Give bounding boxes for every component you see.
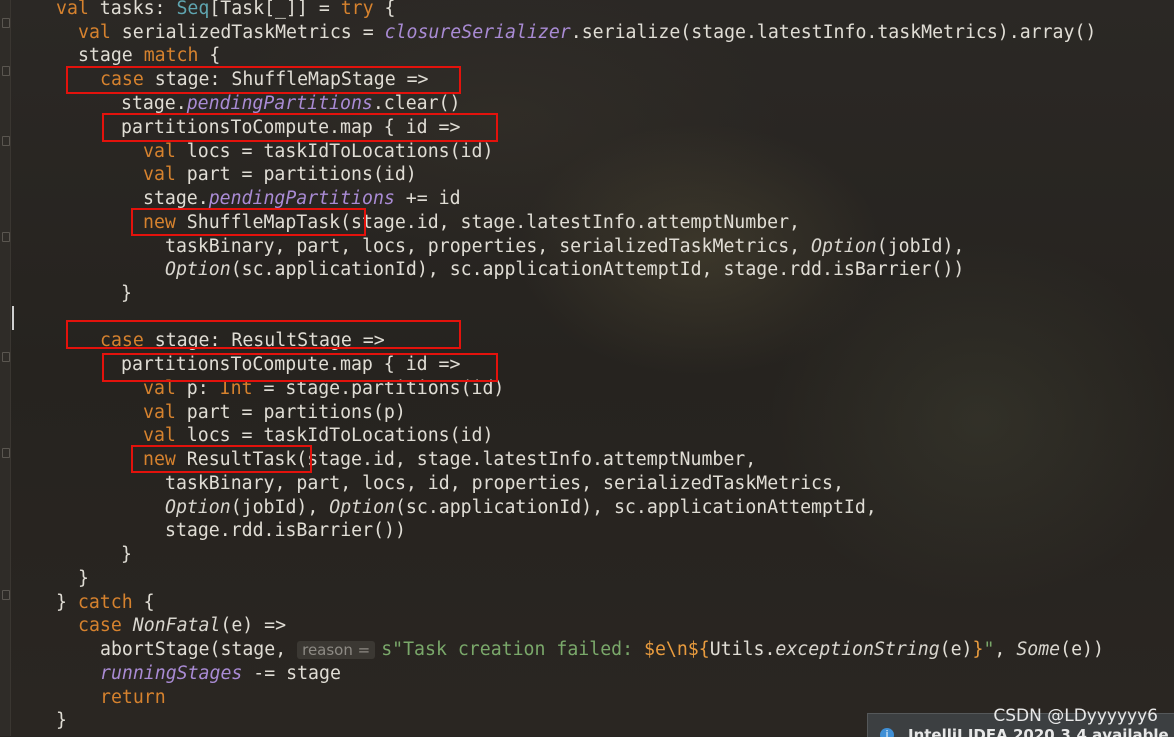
code-token: abortStage(stage, [100, 639, 298, 660]
string-token: " [983, 639, 995, 660]
code-line[interactable]: abortStage(stage, reason = s"Task creatio… [100, 639, 1104, 661]
code-token: part = partitions(id) [175, 164, 417, 185]
keyword-token: case [78, 615, 122, 636]
code-line[interactable]: Option(jobId), Option(sc.applicationId),… [165, 497, 877, 519]
code-token: taskBinary, part, locs, id, properties, … [165, 473, 844, 494]
code-token: { [373, 0, 396, 19]
code-token: (sc.applicationId), sc.applicationAttemp… [230, 259, 965, 280]
keyword-token: catch [77, 592, 133, 613]
keyword-token: try [340, 0, 374, 19]
code-token: .serialize(stage.latestInfo.taskMetrics)… [570, 22, 1097, 43]
member-token: closureSerializer [384, 22, 571, 43]
annotation-box-new-resulttask [131, 445, 312, 473]
code-line[interactable]: stage.pendingPartitions.clear() [121, 93, 460, 115]
keyword-token: val [143, 141, 176, 162]
code-token: stage.rdd.isBarrier()) [165, 520, 406, 541]
code-token: locs = taskIdToLocations(id) [175, 141, 494, 162]
code-token: stage. [143, 188, 209, 209]
annotation-box-partitions-map [102, 113, 498, 142]
code-line[interactable]: stage.rdd.isBarrier()) [165, 520, 406, 542]
code-line[interactable]: } catch { [56, 592, 155, 614]
code-token: [Task[_]] = [209, 0, 341, 19]
code-token: { [198, 45, 221, 66]
code-token: .clear() [372, 93, 461, 114]
annotation-box-case-shufflemapstage [66, 66, 461, 94]
code-line[interactable]: case NonFatal(e) => [78, 615, 286, 637]
code-line[interactable]: } [121, 283, 132, 305]
string-token: s"Task creation failed: [381, 639, 644, 660]
member-token: runningStages [100, 663, 243, 684]
code-token: stage. [121, 93, 187, 114]
code-line[interactable]: val locs = taskIdToLocations(id) [143, 425, 493, 447]
code-token: stage [78, 45, 144, 66]
code-line[interactable]: runningStages -= stage [100, 663, 341, 685]
code-token: tasks: [88, 0, 177, 19]
watermark: CSDN @LDyyyyyy6 [993, 706, 1158, 726]
code-line[interactable]: Option(sc.applicationId), sc.application… [165, 259, 964, 281]
code-line[interactable]: val locs = taskIdToLocations(id) [143, 141, 493, 163]
keyword-token: val [56, 0, 89, 19]
code-token: (e) => [220, 615, 287, 636]
annotation-box-new-shufflemaptask [131, 208, 366, 236]
keyword-token: val [143, 425, 176, 446]
code-line[interactable]: val serializedTaskMetrics = closureSeria… [78, 22, 1096, 44]
code-line[interactable]: stage.pendingPartitions += id [143, 188, 461, 210]
member-token: pendingPartitions [186, 93, 373, 114]
function-token: Some [1016, 639, 1061, 660]
code-token: Utils. [709, 639, 776, 660]
type-token: Seq [176, 0, 210, 19]
keyword-token: val [78, 22, 111, 43]
code-line[interactable]: val part = partitions(id) [143, 164, 417, 186]
function-token: Option [329, 497, 395, 518]
code-line[interactable]: } [121, 544, 132, 566]
param-hint: reason = [297, 641, 376, 659]
code-token: , [994, 639, 1017, 660]
code-token: -= stage [242, 663, 341, 684]
code-token: serializedTaskMetrics = [110, 22, 385, 43]
code-token: taskBinary, part, locs, properties, seri… [165, 236, 812, 257]
annotation-box-partitions-map [102, 353, 498, 382]
code-token: locs = taskIdToLocations(id) [175, 425, 494, 446]
keyword-token: return [100, 687, 166, 708]
code-line[interactable]: taskBinary, part, locs, id, properties, … [165, 473, 844, 495]
code-token: } [56, 710, 67, 731]
function-token: Option [811, 236, 877, 257]
code-token: += id [394, 188, 461, 209]
code-line[interactable]: val part = partitions(p) [143, 402, 406, 424]
code-line[interactable]: return [100, 687, 166, 709]
code-token: } [121, 544, 132, 565]
code-line[interactable]: stage match { [78, 45, 220, 67]
code-line[interactable]: } [78, 568, 89, 590]
code-token: } [121, 283, 132, 304]
code-line[interactable]: taskBinary, part, locs, properties, seri… [165, 236, 964, 258]
notification-text[interactable]: IntelliJ IDEA 2020.3.4 available [908, 726, 1169, 737]
code-token: (e)) [1060, 639, 1104, 660]
code-token: } [78, 568, 89, 589]
keyword-token: val [143, 402, 176, 423]
function-token: Option [165, 259, 231, 280]
function-token: Option [165, 497, 231, 518]
code-token: (jobId), [230, 497, 330, 518]
code-token: part = partitions(p) [175, 402, 406, 423]
code-token: (sc.applicationId), sc.applicationAttemp… [394, 497, 877, 518]
code-line[interactable]: val tasks: Seq[Task[_]] = try { [56, 0, 396, 20]
function-token: NonFatal [132, 615, 221, 636]
code-token: } [56, 592, 78, 613]
code-token: { [132, 592, 155, 613]
annotation-box-case-resultstage [66, 320, 461, 349]
code-token: (jobId), [876, 236, 965, 257]
keyword-token: val [143, 164, 176, 185]
escape-token: } [972, 639, 984, 660]
function-token: exceptionString [775, 639, 940, 660]
code-line[interactable]: } [56, 710, 67, 732]
member-token: pendingPartitions [208, 188, 395, 209]
code-token: (e) [939, 639, 973, 660]
keyword-token: match [143, 45, 199, 66]
escape-token: $e\n${ [644, 639, 710, 660]
